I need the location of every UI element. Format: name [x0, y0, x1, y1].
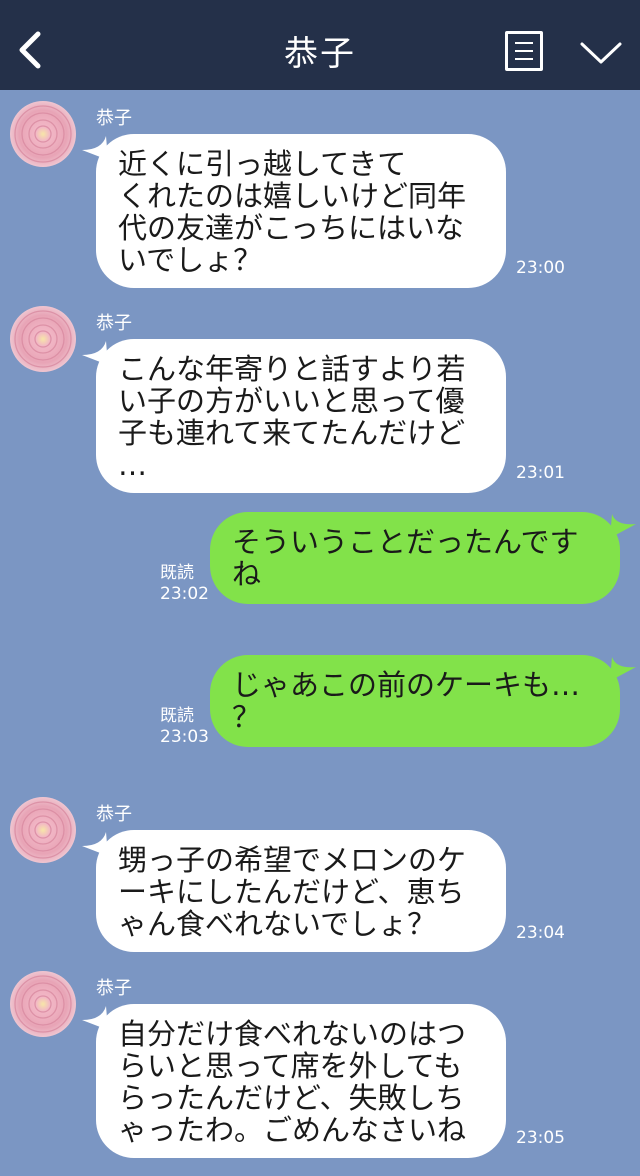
message-bubble[interactable]: じゃあこの前のケーキも… ？	[210, 655, 620, 747]
sender-name: 恭子	[96, 108, 132, 129]
message-line: ？	[232, 700, 262, 734]
flower-avatar-icon	[10, 101, 76, 167]
message-bubble[interactable]: こんな年寄りと話すより若 い子の方がいいと思って優 子も連れて来てたんだけど …	[96, 339, 506, 493]
message-line: らいと思って席を外しても	[118, 1049, 463, 1083]
message-line: …	[118, 448, 147, 482]
message-line: 自分だけ食べれないのはつ	[118, 1017, 467, 1051]
read-label: 既読	[160, 563, 194, 583]
read-receipt: 既読 23:03	[160, 706, 209, 748]
flower-avatar-icon	[10, 306, 76, 372]
timestamp: 23:05	[516, 1128, 565, 1148]
sender-name: 恭子	[96, 804, 132, 825]
chevron-down-icon[interactable]	[578, 38, 624, 68]
message-line: ゃったわ。ごめんなさいね	[118, 1113, 467, 1147]
sender-name: 恭子	[96, 978, 132, 999]
read-receipt: 既読 23:02	[160, 563, 209, 605]
avatar[interactable]	[10, 101, 76, 167]
message-line: ーキにしたんだけど、恵ち	[118, 875, 465, 909]
message-line: そういうことだったんです	[232, 525, 579, 559]
message-bubble[interactable]: 甥っ子の希望でメロンのケ ーキにしたんだけど、恵ち ゃん食べれないでしょ？	[96, 830, 506, 952]
message-line: らったんだけど、失敗しち	[118, 1081, 465, 1115]
timestamp: 23:04	[516, 923, 565, 943]
flower-avatar-icon	[10, 797, 76, 863]
timestamp: 23:00	[516, 258, 565, 278]
chat-title: 恭子	[284, 34, 356, 74]
flower-avatar-icon	[10, 971, 76, 1037]
avatar[interactable]	[10, 797, 76, 863]
message-bubble[interactable]: 自分だけ食べれないのはつ らいと思って席を外しても らったんだけど、失敗しち ゃ…	[96, 1004, 506, 1158]
timestamp: 23:01	[516, 463, 565, 483]
message-line: くれたのは嬉しいけど同年	[118, 179, 467, 213]
message-line: 近くに引っ越してきて	[118, 147, 407, 181]
message-line: 甥っ子の希望でメロンのケ	[118, 843, 467, 877]
message-line: 代の友達がこっちにはいな	[118, 211, 464, 245]
timestamp: 23:02	[160, 584, 209, 604]
list-icon[interactable]	[505, 31, 543, 71]
message-line: ね	[232, 557, 262, 591]
message-bubble[interactable]: 近くに引っ越してきて くれたのは嬉しいけど同年 代の友達がこっちにはいな いでし…	[96, 134, 506, 288]
sender-name: 恭子	[96, 313, 132, 334]
avatar[interactable]	[10, 971, 76, 1037]
message-line: ゃん食べれないでしょ？	[118, 907, 437, 941]
message-line: じゃあこの前のケーキも…	[232, 668, 581, 702]
avatar[interactable]	[10, 306, 76, 372]
read-label: 既読	[160, 706, 194, 726]
message-line: 子も連れて来てたんだけど	[118, 416, 466, 450]
message-line: こんな年寄りと話すより若	[118, 352, 466, 386]
message-line: い子の方がいいと思って優	[118, 384, 465, 418]
timestamp: 23:03	[160, 727, 209, 747]
chat-header: 恭子	[0, 0, 640, 90]
message-bubble[interactable]: そういうことだったんです ね	[210, 512, 620, 604]
message-line: いでしょ？	[118, 243, 263, 277]
